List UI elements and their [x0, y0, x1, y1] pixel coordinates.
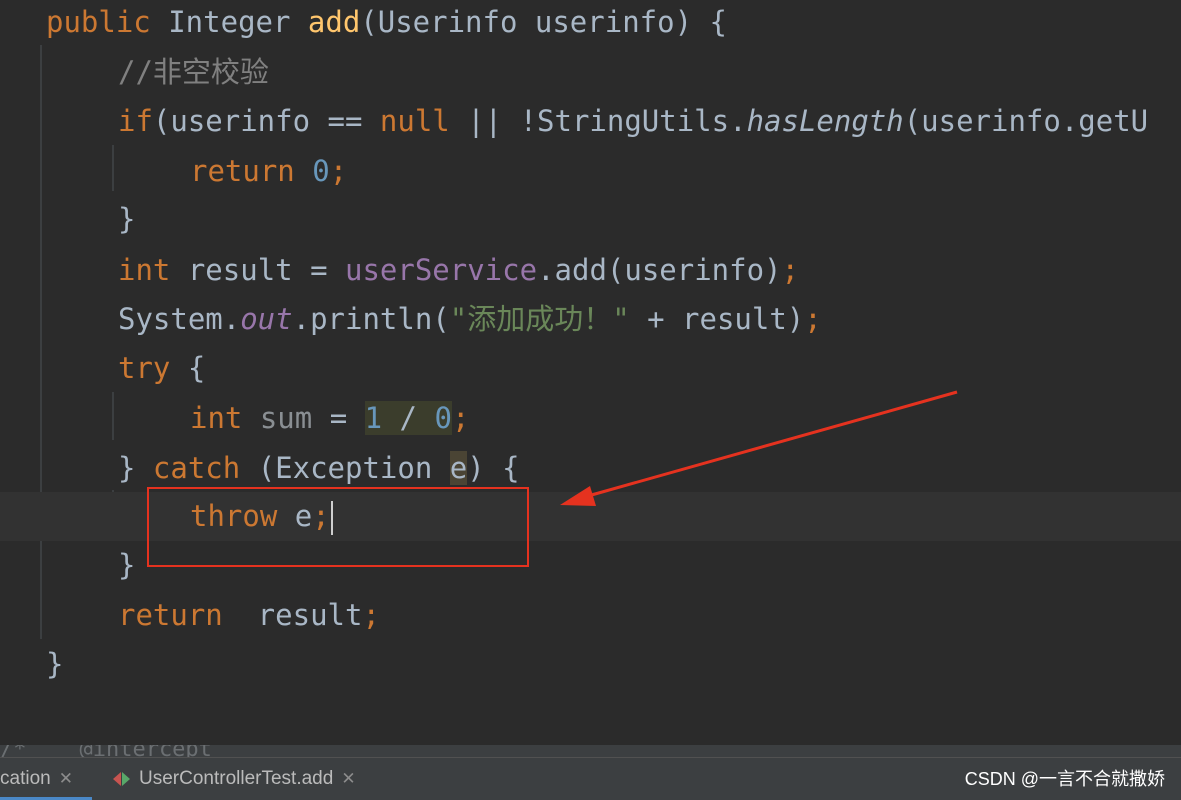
- code-token: .add(userinfo): [537, 253, 782, 287]
- test-run-icon: [113, 771, 131, 786]
- code-token: (Exception: [240, 451, 450, 485]
- field-name: userService: [345, 253, 538, 287]
- code-line-3[interactable]: if(userinfo == null || !StringUtils.hasL…: [0, 97, 1181, 146]
- code-token: (Userinfo userinfo) {: [360, 5, 727, 39]
- exception-variable: e: [449, 451, 468, 485]
- brace: }: [118, 451, 153, 485]
- code-line-2[interactable]: //非空校验: [0, 48, 1181, 97]
- unused-variable: sum: [259, 401, 313, 435]
- code-line-13[interactable]: return result;: [0, 591, 1181, 640]
- code-token: =: [312, 401, 365, 435]
- code-token: System.: [118, 302, 241, 336]
- close-icon[interactable]: ✕: [59, 769, 73, 788]
- number-literal: 0: [312, 154, 330, 188]
- code-line-8[interactable]: try {: [0, 344, 1181, 393]
- next-code-peek: /* @intercept: [0, 745, 1181, 757]
- code-token: ) {: [467, 451, 520, 485]
- keyword: int: [118, 253, 171, 287]
- keyword: int: [190, 401, 260, 435]
- number-literal: 1: [364, 401, 383, 435]
- code-line-5[interactable]: }: [0, 195, 1181, 244]
- brace: }: [46, 647, 64, 681]
- keyword: null: [379, 104, 450, 138]
- tab-usercontrollertest-add[interactable]: UserControllerTest.add ✕: [113, 758, 356, 800]
- code-line-14[interactable]: }: [0, 640, 1181, 689]
- keyword: if: [118, 104, 153, 138]
- tab-label: cation: [0, 768, 51, 789]
- keyword: catch: [152, 451, 241, 485]
- semicolon: ;: [451, 401, 470, 435]
- static-method: hasLength: [746, 104, 904, 138]
- semicolon: ;: [804, 302, 822, 336]
- method-name: add: [307, 5, 361, 39]
- code-line-4[interactable]: return 0;: [0, 147, 1181, 196]
- brace: }: [118, 202, 136, 236]
- code-token: .println(: [292, 302, 450, 336]
- code-line-7[interactable]: System.out.println("添加成功！" + result);: [0, 295, 1181, 344]
- number-literal: 0: [434, 401, 452, 435]
- tab-label: UserControllerTest.add: [139, 768, 334, 789]
- brace: }: [118, 548, 136, 582]
- code-token: || !StringUtils.: [449, 104, 747, 138]
- code-token: (userinfo.getU: [903, 104, 1149, 138]
- code-token: result: [222, 598, 363, 632]
- semicolon: ;: [362, 598, 380, 632]
- code-token: (userinfo ==: [152, 104, 380, 138]
- semicolon: ;: [329, 154, 348, 188]
- keyword: return: [118, 598, 223, 632]
- keyword: return: [190, 154, 313, 188]
- keyword: try: [118, 351, 171, 385]
- code-editor[interactable]: public Integer add(Userinfo userinfo) { …: [0, 0, 1181, 745]
- annotation-box: [147, 487, 529, 567]
- code-line-9[interactable]: int sum = 1 / 0;: [0, 394, 1181, 443]
- code-line-10[interactable]: } catch (Exception e) {: [0, 444, 1181, 493]
- code-token: Integer: [150, 5, 308, 39]
- code-line-1[interactable]: public Integer add(Userinfo userinfo) {: [0, 0, 1181, 47]
- watermark: CSDN @一言不合就撒娇: [964, 769, 1165, 789]
- tab-application[interactable]: cation ✕: [0, 758, 92, 800]
- comment: //非空校验: [118, 55, 269, 89]
- code-token: {: [170, 351, 206, 385]
- code-line-6[interactable]: int result = userService.add(userinfo);: [0, 246, 1181, 295]
- string-literal: "添加成功！": [449, 302, 630, 336]
- semicolon: ;: [781, 253, 799, 287]
- code-token: /* @intercept: [0, 745, 212, 757]
- code-token: + result): [629, 302, 805, 336]
- code-token: result =: [170, 253, 345, 287]
- keyword: public: [46, 5, 151, 39]
- code-token: /: [382, 401, 435, 435]
- static-field: out: [240, 302, 293, 336]
- close-icon[interactable]: ✕: [341, 769, 355, 788]
- editor-tab-bar: cation ✕ UserControllerTest.add ✕ CSDN @一言…: [0, 757, 1181, 800]
